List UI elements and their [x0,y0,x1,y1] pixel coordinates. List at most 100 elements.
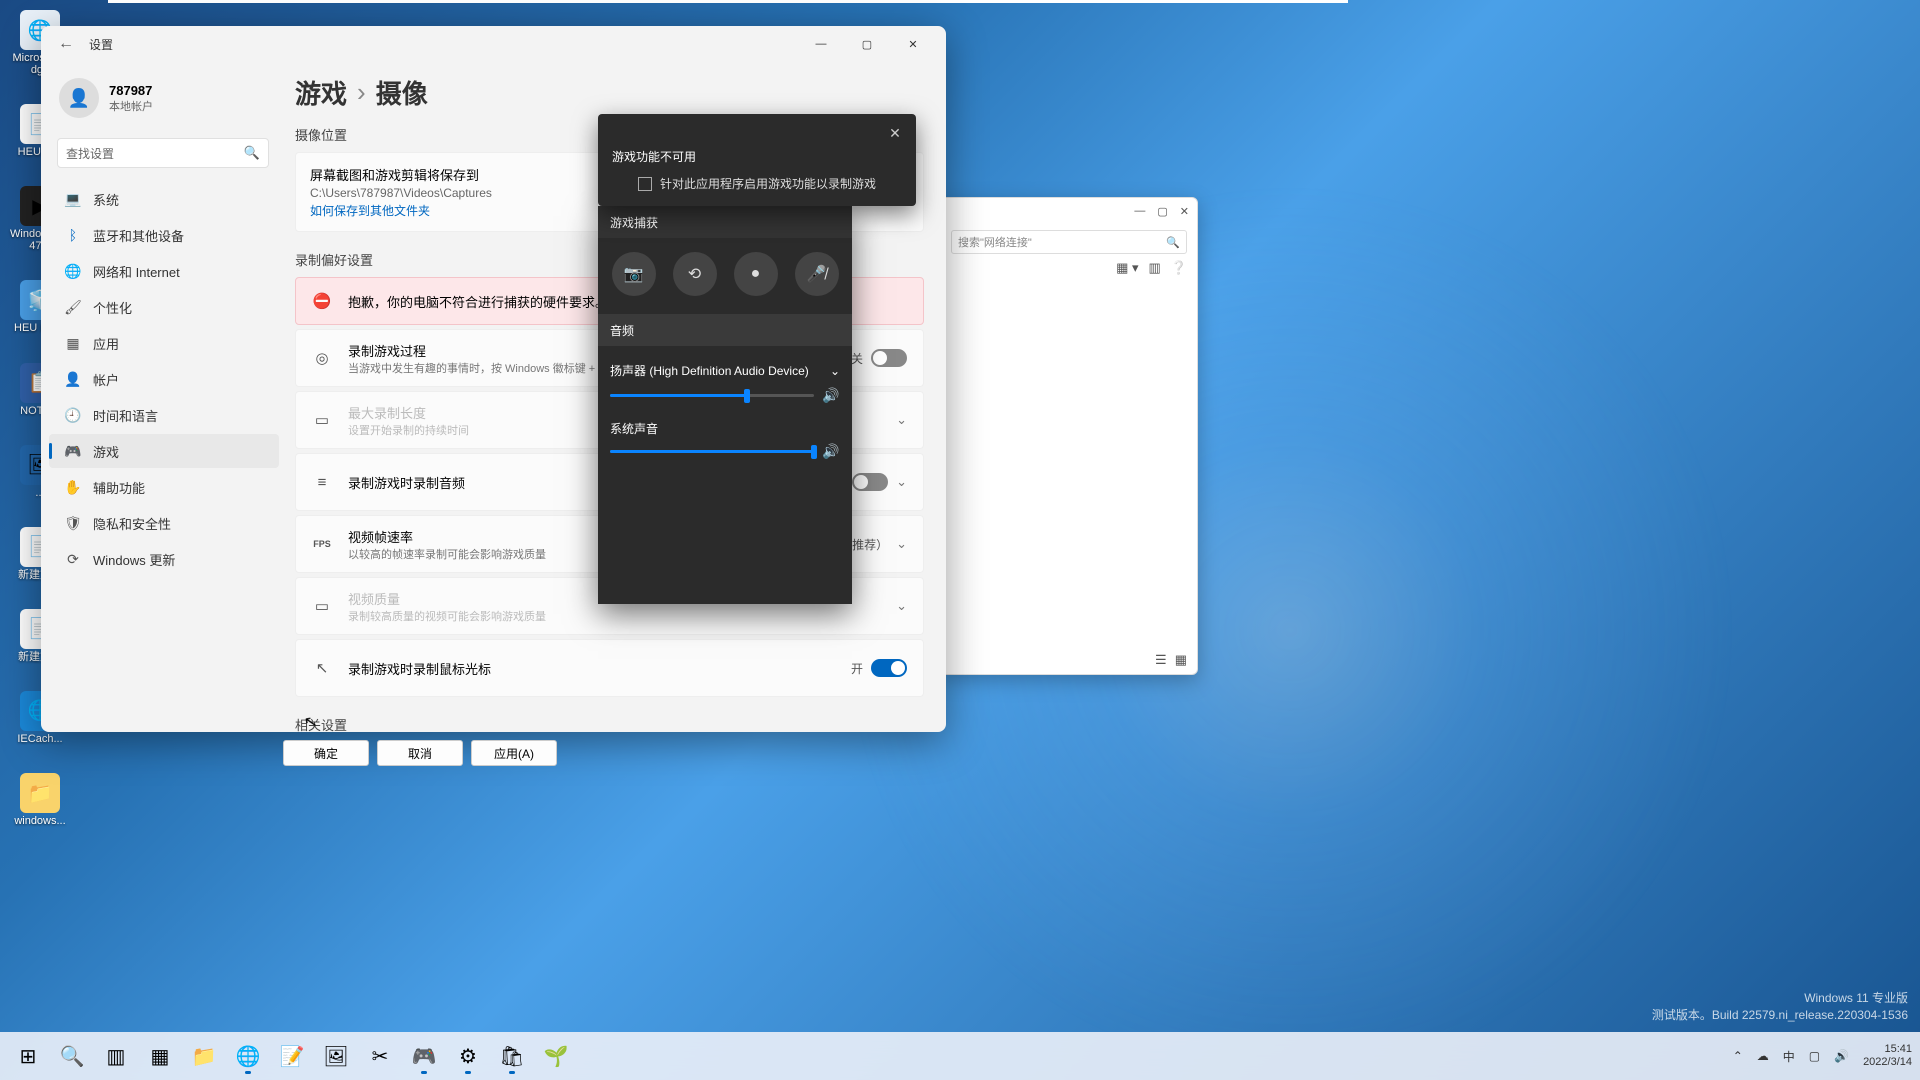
ok-button[interactable]: 确定 [283,740,369,766]
system-volume-slider[interactable]: 🔊 [610,443,840,460]
tray-chevron-icon[interactable]: ⌃ [1733,1049,1743,1063]
nav-icon: ▦ [65,335,81,351]
sidebar-item[interactable]: 👤 帐户 [49,362,279,396]
nav-icon: 🖌 [65,299,81,315]
grid-view-icon[interactable]: ▦ [1175,652,1187,668]
breadcrumb: 游戏 › 摄像 [295,74,924,111]
checkbox-label: 针对此应用程序启用游戏功能以录制游戏 [660,175,876,192]
nav-icon: 🌐 [65,263,81,279]
row-icon: ▭ [312,597,332,615]
capture-header: 游戏捕获 [598,206,852,238]
view-dropdown-icon[interactable]: ▦ ▾ [1116,260,1138,276]
taskbar-snip[interactable]: ✂ [360,1036,400,1076]
close-icon[interactable]: ✕ [882,120,908,146]
sidebar-item[interactable]: 🕘 时间和语言 [49,398,279,432]
nav-label: 游戏 [93,442,119,461]
network-connections-window[interactable]: — ▢ ✕ 搜索"网络连接" 🔍 ▦ ▾ ▥ ❔ ☰ ▦ [940,197,1198,675]
list-view-icon[interactable]: ☰ [1155,652,1167,668]
minimize-button[interactable]: — [798,28,844,60]
sidebar-item[interactable]: ▦ 应用 [49,326,279,360]
search-placeholder: 搜索"网络连接" [958,234,1032,250]
volume-icon[interactable]: 🔊 [822,443,840,460]
clock-date: 2022/3/14 [1863,1056,1912,1069]
row-icon: ≡ [312,474,332,491]
search-icon: 🔍 [1166,236,1180,249]
start-record-button[interactable]: ● [734,252,778,296]
search-network-input[interactable]: 搜索"网络连接" 🔍 [951,230,1187,254]
close-button[interactable]: ✕ [890,28,936,60]
taskbar-search[interactable]: 🔍 [52,1036,92,1076]
clock[interactable]: 15:41 2022/3/14 [1863,1043,1912,1068]
nav-label: 辅助功能 [93,478,145,497]
nav-label: 应用 [93,334,119,353]
nav-label: 隐私和安全性 [93,514,171,533]
row-icon: ▭ [312,411,332,429]
taskbar-explorer[interactable]: 📁 [184,1036,224,1076]
ime-icon[interactable]: 中 [1783,1048,1795,1065]
cancel-button[interactable]: 取消 [377,740,463,766]
sidebar-item[interactable]: 🎮游戏 [49,434,279,468]
user-block[interactable]: 👤 787987 本地帐户 [49,68,279,136]
toggle[interactable] [871,659,907,677]
speaker-dropdown[interactable]: 扬声器 (High Definition Audio Device) ⌄ [610,354,840,387]
breadcrumb-parent[interactable]: 游戏 [295,74,347,111]
sidebar-item[interactable]: 🖌个性化 [49,290,279,324]
help-icon[interactable]: ❔ [1171,260,1187,276]
desktop-icon[interactable]: 📁windows... [10,773,70,827]
volume-icon[interactable]: 🔊 [822,387,840,404]
taskbar-edge[interactable]: 🌐 [228,1036,268,1076]
nav-label: Windows 更新 [93,550,175,569]
back-button[interactable]: ← [51,35,81,53]
system-sound-label: 系统声音 [610,420,840,437]
close-icon[interactable]: ✕ [1180,205,1189,218]
sidebar-item[interactable]: 🛡隐私和安全性 [49,506,279,540]
screenshot-button[interactable]: 📷 [612,252,656,296]
taskbar-start[interactable]: ⊞ [8,1036,48,1076]
watermark-line2: 测试版本。Build 22579.ni_release.220304-1536 [1652,1007,1908,1024]
taskbar-photos[interactable]: 🖼 [316,1036,356,1076]
setting-row[interactable]: ↖ 录制游戏时录制鼠标光标 开 [295,639,924,697]
section-related: 相关设置 [295,715,924,732]
speaker-volume-slider[interactable]: 🔊 [610,387,840,404]
recent-icon: ⟲ [688,264,701,284]
taskbar-xbox[interactable]: 🎮 [404,1036,444,1076]
nav-label: 时间和语言 [93,406,158,425]
sidebar-item[interactable]: 🌐网络和 Internet [49,254,279,288]
mic-toggle-button[interactable]: 🎤̸ [795,252,839,296]
system-tray: ⌃ ☁ 中 ▢ 🔊 15:41 2022/3/14 [1733,1032,1912,1080]
titlebar: ← 设置 — ▢ ✕ [41,26,946,62]
record-icon: ● [751,265,761,283]
speaker-label: 扬声器 (High Definition Audio Device) [610,362,809,379]
record-last-button[interactable]: ⟲ [673,252,717,296]
dialog-buttons: 确定 取消 应用(A) [283,740,557,766]
nav-label: 帐户 [93,370,119,389]
taskbar-pinned: ⊞🔍▥▦📁🌐📝🖼✂🎮⚙🛍🌱 [8,1032,576,1080]
taskbar-extra[interactable]: 🌱 [536,1036,576,1076]
volume-icon[interactable]: 🔊 [1834,1049,1849,1063]
nav-icon: 👤 [65,371,81,387]
taskbar-settings[interactable]: ⚙ [448,1036,488,1076]
taskbar-store[interactable]: 🛍 [492,1036,532,1076]
sidebar-item[interactable]: ✋辅助功能 [49,470,279,504]
sidebar-item[interactable]: ⟳Windows 更新 [49,542,279,576]
user-type: 本地帐户 [109,98,153,114]
apply-button[interactable]: 应用(A) [471,740,557,766]
taskbar-notepad[interactable]: 📝 [272,1036,312,1076]
avatar: 👤 [59,78,99,118]
minimize-icon[interactable]: — [1134,205,1145,217]
nav-icon: 🕘 [65,407,81,423]
preview-pane-icon[interactable]: ▥ [1149,260,1161,276]
taskbar: ⊞🔍▥▦📁🌐📝🖼✂🎮⚙🛍🌱 ⌃ ☁ 中 ▢ 🔊 15:41 2022/3/14 [0,1032,1920,1080]
windows-watermark: Windows 11 专业版 测试版本。Build 22579.ni_relea… [1652,990,1908,1024]
sidebar-item[interactable]: ᛒ蓝牙和其他设备 [49,218,279,252]
onedrive-icon[interactable]: ☁ [1757,1049,1769,1063]
search-settings-input[interactable]: 查找设置 🔍 [57,138,269,168]
maximize-icon[interactable]: ▢ [1157,205,1167,218]
enable-gaming-checkbox[interactable]: 针对此应用程序启用游戏功能以录制游戏 [612,175,902,192]
taskbar-tasks[interactable]: ▥ [96,1036,136,1076]
sidebar-item[interactable]: 💻系统 [49,182,279,216]
battery-icon[interactable]: ▢ [1809,1049,1820,1063]
nav-icon: 💻 [65,191,81,207]
taskbar-widgets[interactable]: ▦ [140,1036,180,1076]
maximize-button[interactable]: ▢ [844,28,890,60]
